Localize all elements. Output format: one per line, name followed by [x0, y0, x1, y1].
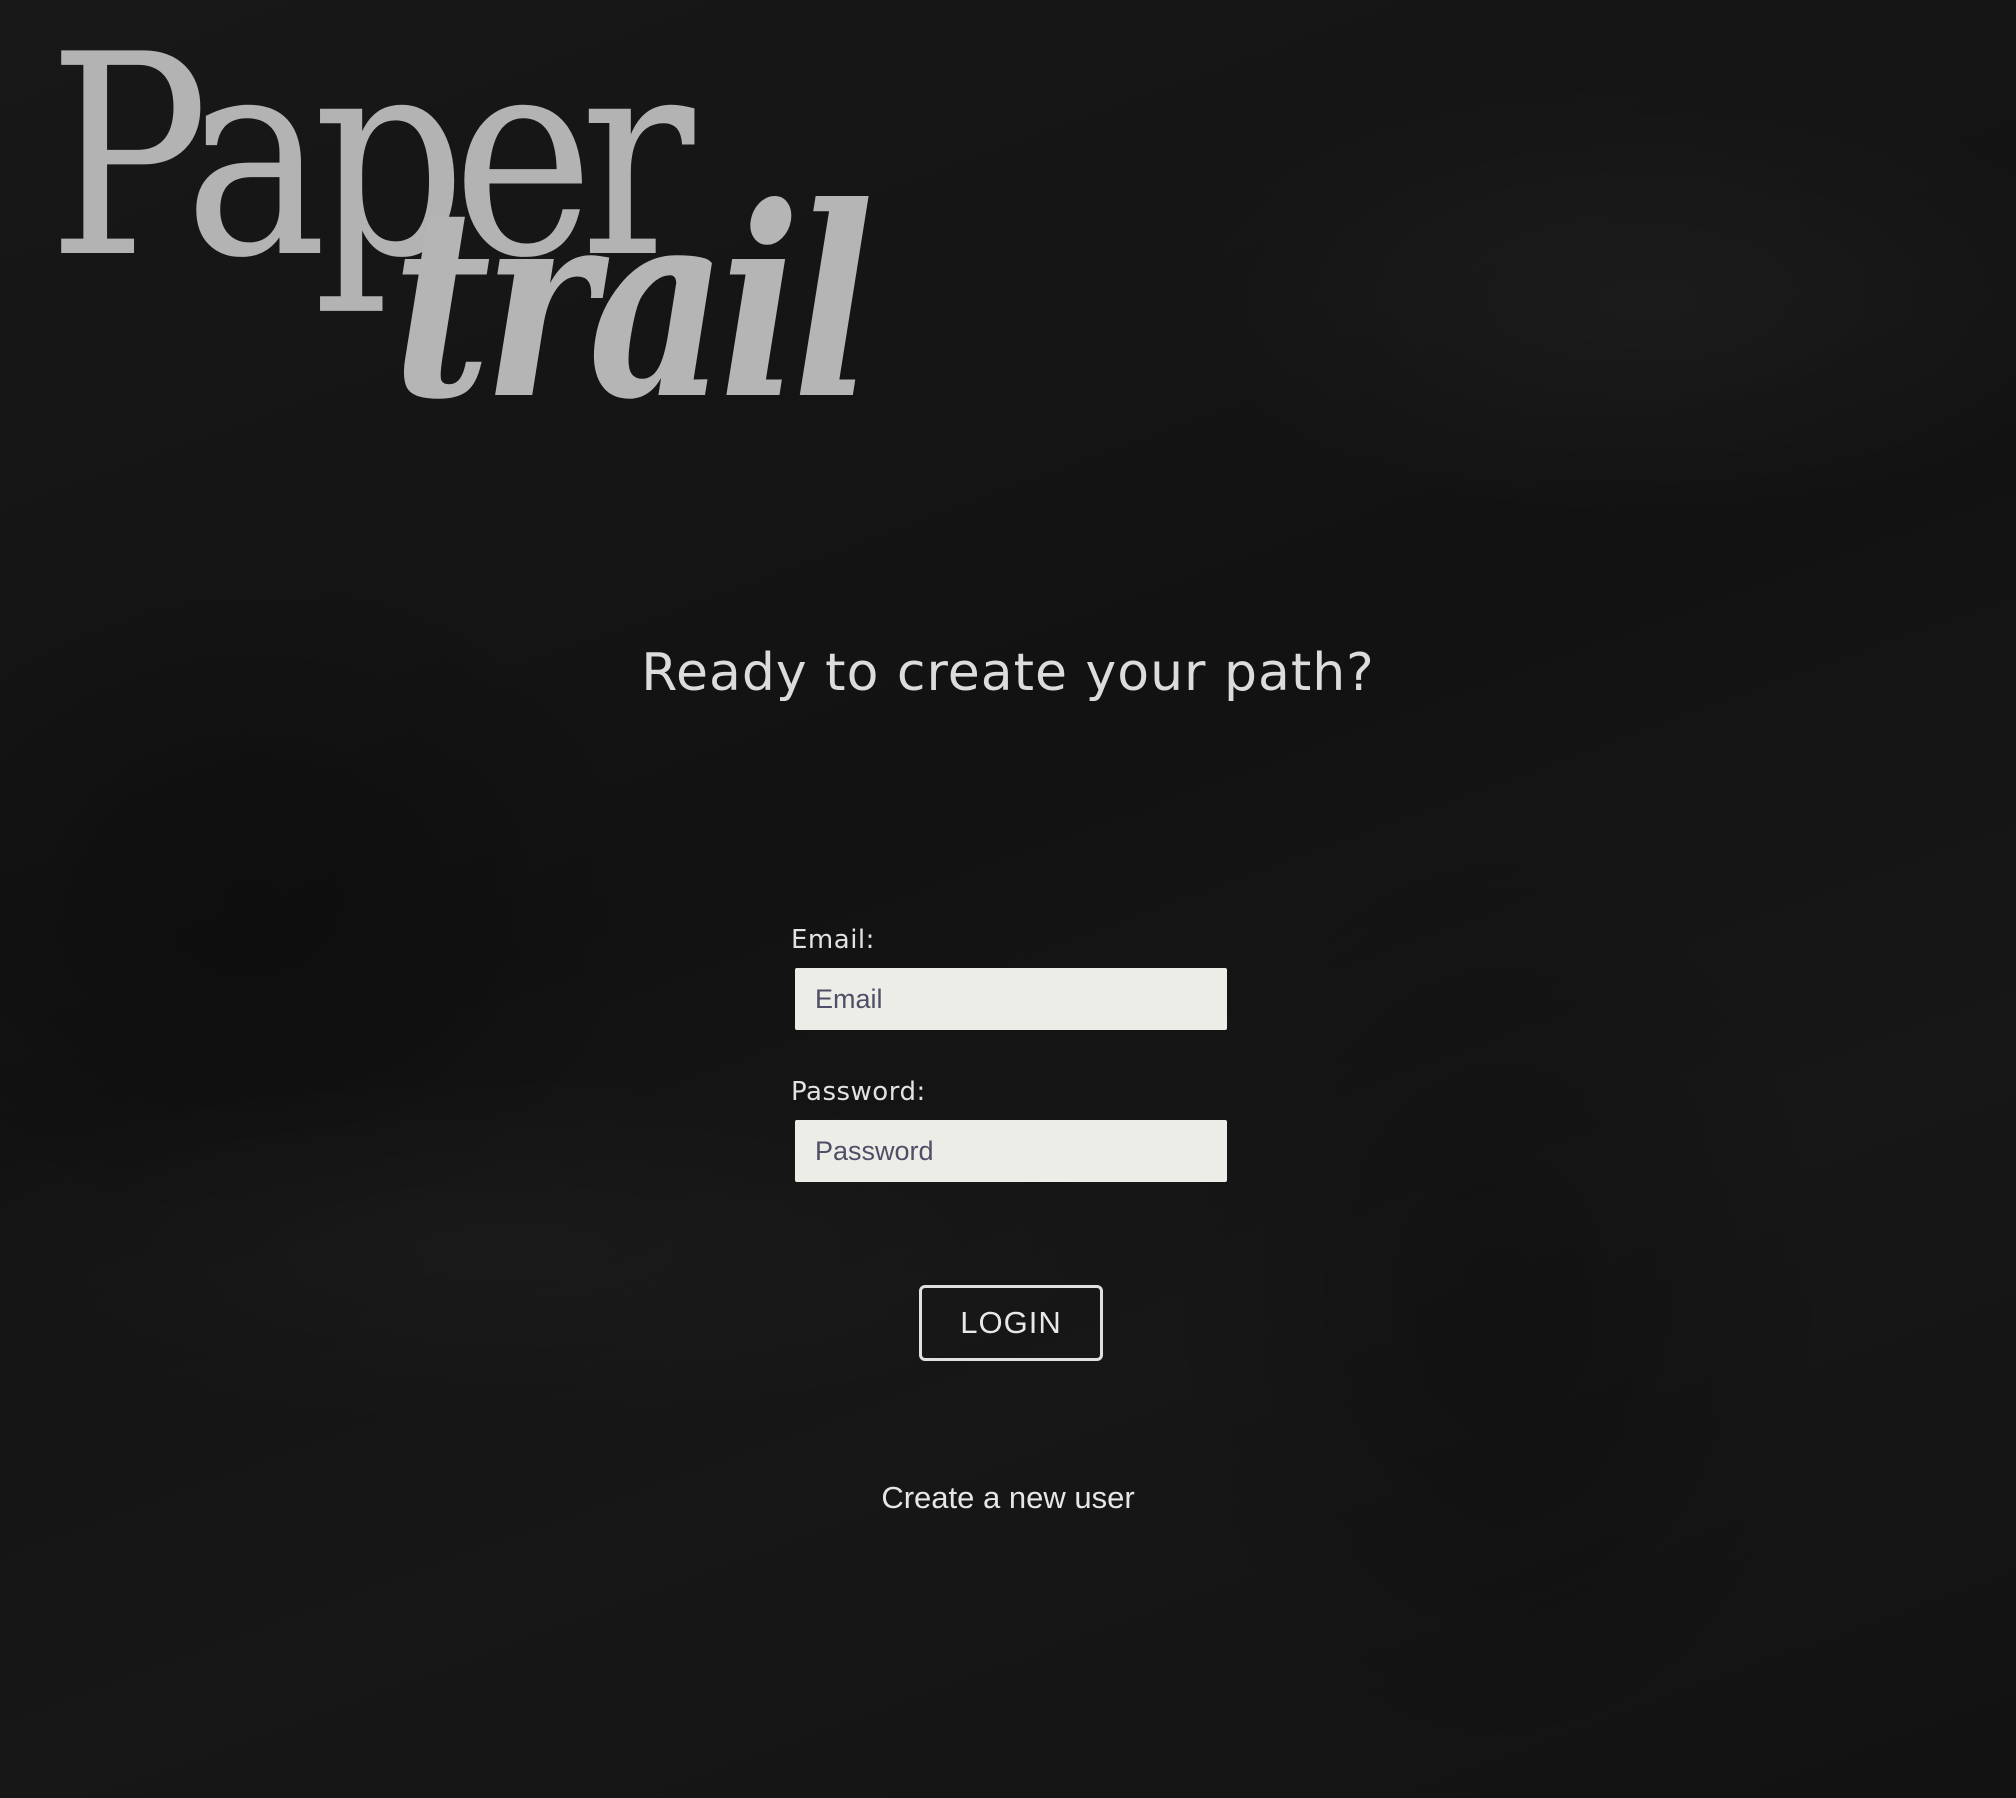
page-heading: Ready to create your path?: [641, 643, 1375, 703]
papertrail-logo: Paper trail: [0, 0, 900, 460]
email-input[interactable]: [795, 968, 1227, 1030]
create-new-user-link[interactable]: Create a new user: [0, 1480, 2016, 1516]
login-form: Email: Password:: [791, 924, 1231, 1182]
email-label: Email:: [791, 925, 875, 955]
logo-word-trail: trail: [392, 149, 874, 457]
login-button[interactable]: LOGIN: [919, 1285, 1103, 1361]
password-input[interactable]: [795, 1120, 1227, 1182]
password-label: Password:: [791, 1077, 926, 1107]
